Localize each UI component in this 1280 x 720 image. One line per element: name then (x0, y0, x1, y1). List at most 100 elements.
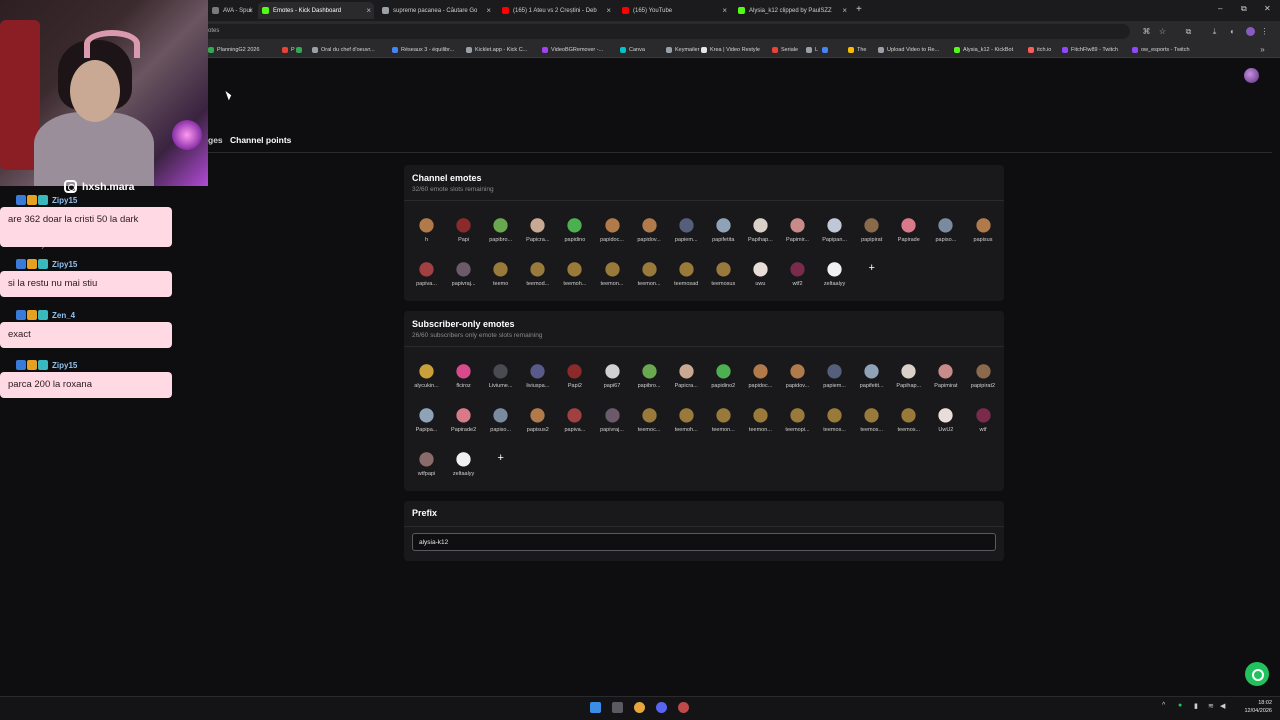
close-window-button[interactable]: ✕ (1264, 4, 1271, 13)
emote-tile[interactable]: papivraj... (445, 260, 482, 304)
emote-tile[interactable]: papidov... (631, 216, 668, 260)
app-icon[interactable] (678, 702, 689, 713)
emote-tile[interactable]: papifetita (705, 216, 742, 260)
menu-kebab-icon[interactable]: ⋮ (1260, 27, 1269, 36)
emote-tile[interactable]: teemoh... (556, 260, 593, 304)
add-emote-button[interactable]: + (863, 260, 880, 277)
emote-tile[interactable]: papiva... (556, 406, 593, 450)
tab-emotes[interactable]: ges (208, 135, 223, 145)
emote-tile[interactable]: papisus (965, 216, 1002, 260)
emote-tile[interactable]: papidino2 (705, 362, 742, 406)
emote-tile[interactable]: uwu (742, 260, 779, 304)
bookmark-item[interactable]: Seriale (772, 45, 798, 55)
maximize-button[interactable]: ⧉ (1241, 4, 1247, 14)
emote-tile[interactable]: Liviume... (482, 362, 519, 406)
browser-tab[interactable]: Emotes - Kick Dashboard × (258, 2, 374, 19)
emote-tile[interactable]: Papipan... (816, 216, 853, 260)
download-icon[interactable]: ⤓ (1210, 27, 1219, 36)
bookmark-item[interactable] (296, 45, 305, 55)
tab-close-icon[interactable]: × (722, 6, 727, 15)
emote-tile[interactable]: papiva... (408, 260, 445, 304)
emote-tile[interactable]: Papipa... (408, 406, 445, 450)
emote-tile[interactable]: Papirade2 (445, 406, 482, 450)
bookmark-item[interactable]: L (806, 45, 818, 55)
bookmark-star-icon[interactable]: ☆ (1158, 27, 1167, 36)
emote-tile[interactable]: teemoh... (668, 406, 705, 450)
emote-tile[interactable]: teemon... (705, 406, 742, 450)
emote-tile[interactable]: Papihap... (742, 216, 779, 260)
emote-tile[interactable]: zeltaalyy (816, 260, 853, 304)
bookmark-item[interactable] (822, 45, 831, 55)
emote-tile[interactable]: papibro... (482, 216, 519, 260)
tab-close-icon[interactable]: × (486, 6, 491, 15)
emote-tile[interactable]: alycukin... (408, 362, 445, 406)
tab-close-icon[interactable]: × (842, 6, 847, 15)
emote-tile[interactable]: wtfpapi (408, 450, 445, 494)
emote-tile[interactable]: papidoc... (594, 216, 631, 260)
user-avatar[interactable] (1244, 68, 1259, 83)
tray-app-icon[interactable]: ● (1178, 702, 1182, 709)
tab-channel-points[interactable]: Channel points (230, 135, 291, 145)
emote-tile[interactable]: Papicra... (668, 362, 705, 406)
emote-tile[interactable]: papiem... (816, 362, 853, 406)
emote-tile[interactable]: papiso... (482, 406, 519, 450)
tab-close-icon[interactable]: × (366, 6, 371, 15)
extensions-icon[interactable]: ⧉ (1184, 27, 1193, 36)
bookmark-item[interactable]: PlanningG2 2026 (208, 45, 260, 55)
emote-tile[interactable]: papivraj... (594, 406, 631, 450)
emote-tile[interactable]: papidov... (779, 362, 816, 406)
emote-tile[interactable]: teemos... (816, 406, 853, 450)
windows-start-icon[interactable] (590, 702, 601, 713)
emote-tile[interactable]: papi67 (594, 362, 631, 406)
new-tab-button[interactable]: + (856, 4, 862, 15)
discord-icon[interactable] (656, 702, 667, 713)
microphone-icon[interactable]: ▮ (1194, 702, 1198, 710)
tray-chevron-icon[interactable]: ^ (1162, 702, 1165, 709)
bookmark-item[interactable]: Alysia_k12 - KickBot (954, 45, 1013, 55)
emote-tile[interactable]: zeltaalyy (445, 450, 482, 494)
chat-support-button[interactable] (1245, 662, 1269, 686)
bookmark-item[interactable]: ow_esports - Twitch (1132, 45, 1190, 55)
bookmark-item[interactable]: VideoBGRemover -... (542, 45, 603, 55)
emote-tile[interactable]: h (408, 216, 445, 260)
profile-sync-icon[interactable]: ◐ (1228, 27, 1237, 36)
emote-tile[interactable]: wtf2 (779, 260, 816, 304)
emote-tile[interactable]: Papimirat (927, 362, 964, 406)
emote-tile[interactable]: teemo (482, 260, 519, 304)
emote-tile[interactable]: Papicra... (519, 216, 556, 260)
emote-tile[interactable]: UwU2 (927, 406, 964, 450)
emote-tile[interactable]: flciroz (445, 362, 482, 406)
emote-tile[interactable]: wtf (965, 406, 1002, 450)
emote-tile[interactable]: papifetit... (853, 362, 890, 406)
emote-tile[interactable]: papibro... (631, 362, 668, 406)
emote-tile[interactable]: Papi (445, 216, 482, 260)
emote-tile[interactable]: teemon... (594, 260, 631, 304)
emote-tile[interactable]: papidoc... (742, 362, 779, 406)
emote-tile[interactable]: papisus2 (519, 406, 556, 450)
emote-tile[interactable]: teemos... (853, 406, 890, 450)
bookmark-item[interactable]: P (282, 45, 295, 55)
emote-tile[interactable]: teemod... (519, 260, 556, 304)
tab-close-icon[interactable]: × (606, 6, 611, 15)
bookmark-item[interactable]: The (848, 45, 866, 55)
browser-tab[interactable]: supreme pacanea - Căutare Go × (378, 2, 494, 19)
more-bookmarks-icon[interactable]: » (1258, 45, 1267, 54)
emote-tile[interactable]: teemos... (890, 406, 927, 450)
emote-tile[interactable]: papipirat (853, 216, 890, 260)
emote-tile[interactable]: Papimir... (779, 216, 816, 260)
emote-tile[interactable]: teemoc... (631, 406, 668, 450)
emote-tile[interactable]: papipirat2 (965, 362, 1002, 406)
bookmark-item[interactable]: Canva (620, 45, 645, 55)
wifi-icon[interactable]: ≋ (1208, 702, 1214, 710)
browser-tab[interactable]: Alysia_k12 clipped by PaulSZZ × (734, 2, 850, 19)
tab-close-icon[interactable]: × (248, 6, 253, 15)
emote-tile[interactable]: teemopi... (779, 406, 816, 450)
prefix-input[interactable] (412, 533, 996, 551)
bookmark-item[interactable]: Keymailer (666, 45, 699, 55)
emote-tile[interactable]: teemosad (668, 260, 705, 304)
system-clock[interactable]: 18:02 12/04/2026 (1236, 699, 1272, 715)
chrome-icon[interactable] (634, 702, 645, 713)
bookmark-item[interactable]: Krea | Video Restyle (701, 45, 760, 55)
browser-tab[interactable]: (165) 1 Ateu vs 2 Creștini - Deb × (498, 2, 614, 19)
emote-tile[interactable]: teemon... (631, 260, 668, 304)
